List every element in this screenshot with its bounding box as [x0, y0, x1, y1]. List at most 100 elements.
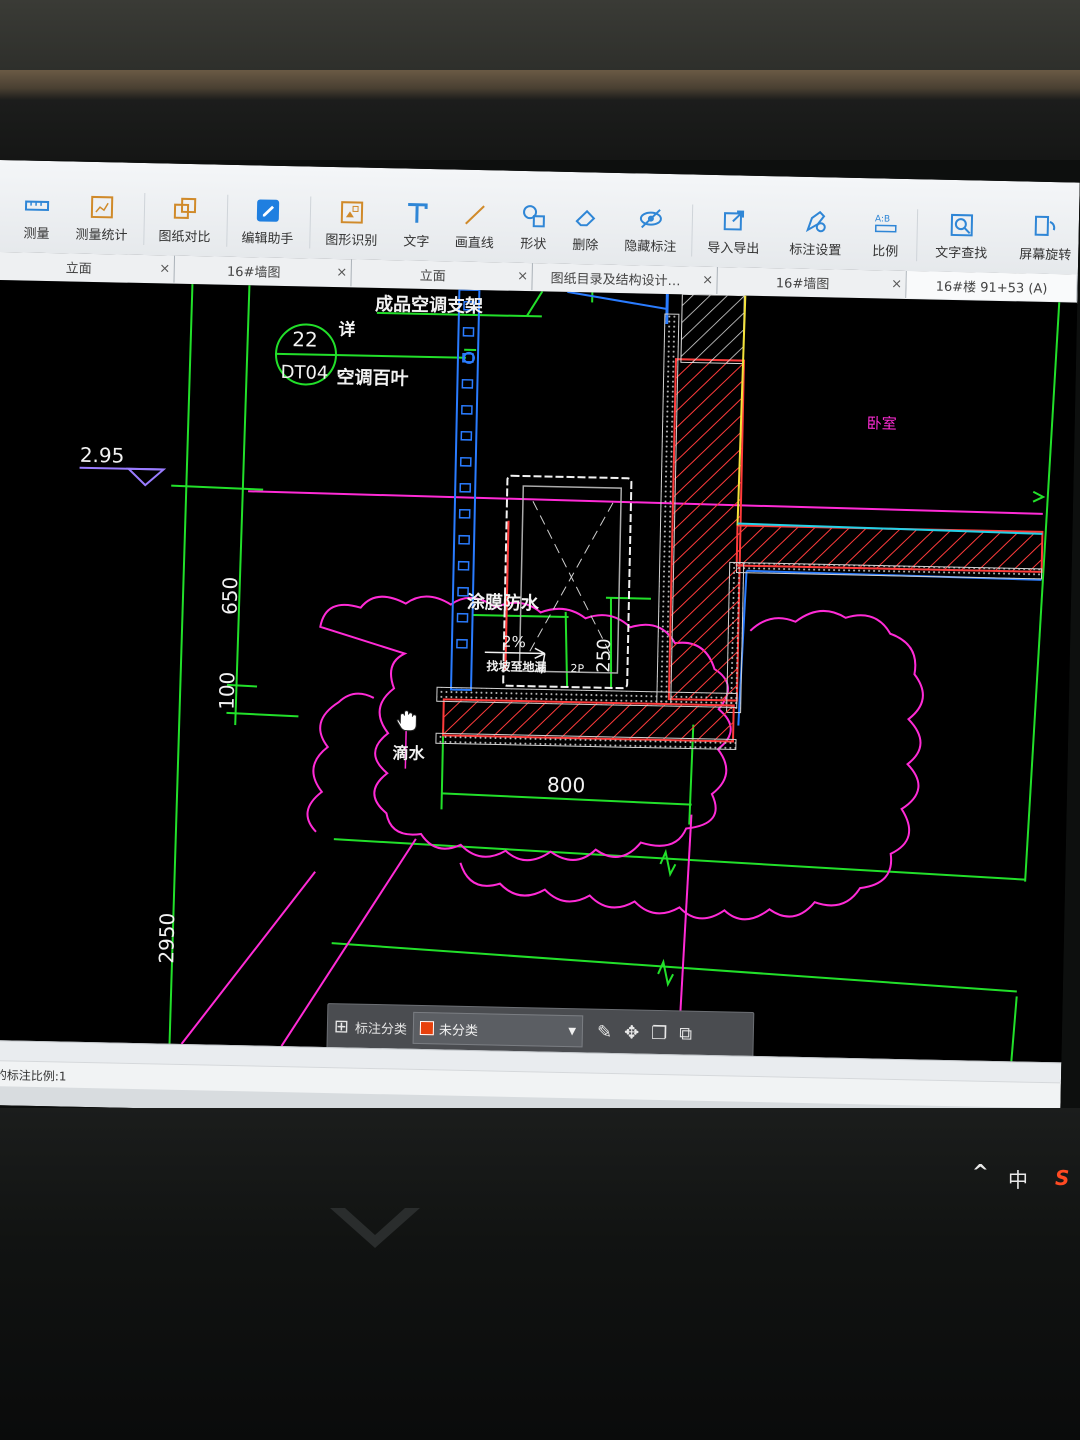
label-bedroom: 卧室: [866, 414, 896, 433]
cad-green-line: [234, 285, 251, 726]
dimension-250: 250: [593, 638, 615, 673]
tab-drawing-index[interactable]: 图纸目录及结构设计… ×: [532, 263, 718, 295]
revision-cloud-lower: [306, 692, 375, 833]
text-icon: [408, 203, 428, 223]
move-icon[interactable]: ✥: [624, 1022, 640, 1043]
toolbar-separator: [143, 193, 146, 246]
tool-measure-stats[interactable]: 测量统计: [66, 193, 137, 244]
cad-green-line: [226, 711, 299, 718]
tool-delete[interactable]: 删除: [550, 204, 621, 254]
toolbar-separator: [691, 204, 694, 257]
label-membrane-waterproof: 涂膜防水: [467, 591, 540, 615]
monitor-logo-chevron: [330, 1208, 420, 1248]
svg-text:A:B: A:B: [875, 214, 890, 224]
edit-icon[interactable]: ✎: [597, 1021, 613, 1042]
shape-recognize-icon: [340, 201, 364, 224]
label-slope-note: 找坡至地漏: [486, 658, 546, 674]
tab-16-wall-2[interactable]: 16#墙图 ×: [717, 267, 907, 299]
tab-16-wall-1[interactable]: 16#墙图 ×: [174, 255, 352, 287]
paste-icon[interactable]: ⧉: [679, 1023, 692, 1044]
measure-stats-icon: [90, 195, 114, 219]
tab-16-building-active[interactable]: 16#楼 91+53 (A): [906, 271, 1078, 302]
tool-shape-recognize[interactable]: 图形识别: [316, 199, 387, 249]
chevron-down-icon: ▼: [568, 1025, 577, 1037]
monitor-bezel-bottom: ^ 中 S: [0, 1108, 1080, 1440]
tool-edit-assistant[interactable]: 编辑助手: [232, 197, 303, 247]
tool-import-export[interactable]: 导入导出: [698, 207, 769, 257]
tray-expand-icon[interactable]: ^: [972, 1160, 989, 1184]
label-ac-louver: 空调百叶: [336, 366, 408, 390]
annotation-category-label: 标注分类: [354, 1021, 408, 1038]
detail-callout-divider: [276, 352, 336, 357]
monitor-screen: 测量 测量统计 图纸对比 编辑助手 图形识别 文字 画直线 形状 删除 隐藏标注…: [0, 160, 1080, 1128]
line-icon: [465, 205, 485, 225]
text-search-icon: [950, 213, 974, 237]
grid-menu-icon[interactable]: ⊞: [334, 1016, 350, 1037]
ac-unit-cross: [529, 502, 614, 652]
cad-green-line: [1010, 996, 1018, 1062]
level-underline: [79, 466, 164, 471]
tab-elevation-1[interactable]: 立面 ×: [1, 252, 176, 283]
dimension-800: 800: [547, 773, 586, 798]
tab-elevation-2[interactable]: 立面 ×: [351, 259, 533, 291]
label-slope: 2%: [502, 633, 526, 651]
cad-green-line: [1024, 302, 1061, 882]
scale-icon: A:B: [875, 214, 897, 233]
category-selected-value: 未分类: [438, 1022, 479, 1039]
cad-drawing-canvas[interactable]: 成品空调支架 22 DT04 详 空调百叶 2.95 650 100 2950 …: [0, 279, 1078, 1063]
cad-green-line: [333, 354, 466, 359]
tool-annotation-settings[interactable]: 标注设置: [780, 208, 851, 259]
cad-blue-line: [567, 290, 668, 310]
screen-rotate-icon: [1034, 215, 1056, 236]
dimension-650: 650: [218, 576, 243, 615]
compare-icon: [173, 197, 197, 219]
level-triangle: [126, 467, 167, 487]
eraser-icon: [575, 209, 596, 227]
tool-scale[interactable]: A:B 比例: [850, 210, 921, 260]
cad-green-line: [564, 611, 569, 688]
tool-hide-annotation[interactable]: 隐藏标注: [615, 205, 686, 255]
tab-close-icon[interactable]: ×: [514, 269, 532, 284]
import-export-icon: [723, 210, 745, 231]
ruler-icon: [24, 200, 50, 212]
sogou-input-icon[interactable]: S: [1055, 1166, 1069, 1190]
annotation-category-select[interactable]: 未分类 ▼: [412, 1011, 584, 1048]
wall-background: [0, 0, 1080, 70]
cad-green-line: [333, 838, 1026, 881]
cad-magenta-line: [248, 490, 1043, 515]
hide-annotation-icon: [639, 209, 662, 229]
tool-measure[interactable]: 测量: [1, 192, 72, 242]
edit-assistant-icon: [256, 199, 280, 222]
tab-close-icon[interactable]: ×: [698, 273, 716, 288]
cad-green-line: [331, 942, 1017, 993]
break-symbol: [659, 848, 677, 878]
dimension-2950: 2950: [154, 913, 179, 964]
category-color-swatch: [419, 1020, 435, 1036]
label-detail: 详: [338, 319, 355, 340]
tab-close-icon[interactable]: ×: [156, 261, 174, 276]
wall-top-hatch: [680, 293, 745, 365]
break-symbol: [1032, 490, 1046, 503]
monitor-bezel-top: [0, 70, 1080, 160]
tab-close-icon[interactable]: ×: [887, 277, 905, 292]
tool-compare[interactable]: 图纸对比: [149, 195, 220, 245]
tab-close-icon[interactable]: ×: [333, 265, 351, 280]
wall-insulation-right: [726, 561, 745, 714]
cad-green-line: [526, 290, 544, 317]
shape-icon: [523, 205, 545, 228]
toolbar-separator: [309, 196, 312, 249]
cad-green-line: [171, 484, 264, 491]
label-2p: 2P: [570, 662, 584, 675]
annotation-scale-status: 中的标注比例:1: [0, 1067, 67, 1084]
annotation-settings-icon: [805, 210, 826, 233]
level-value: 2.95: [80, 443, 125, 468]
cad-magenta-line: [180, 871, 316, 1045]
tool-text-search[interactable]: 文字查找: [926, 211, 997, 262]
copy-icon[interactable]: ❐: [651, 1022, 668, 1043]
ime-indicator[interactable]: 中: [1008, 1164, 1028, 1193]
label-ac-bracket: 成品空调支架: [375, 293, 483, 317]
tool-screen-rotate[interactable]: 屏幕旋转: [1010, 213, 1080, 263]
cad-drawing: 成品空调支架 22 DT04 详 空调百叶 2.95 650 100 2950 …: [79, 284, 1061, 1062]
detail-number: 22: [292, 327, 318, 352]
label-drip: 滴水: [392, 743, 425, 763]
